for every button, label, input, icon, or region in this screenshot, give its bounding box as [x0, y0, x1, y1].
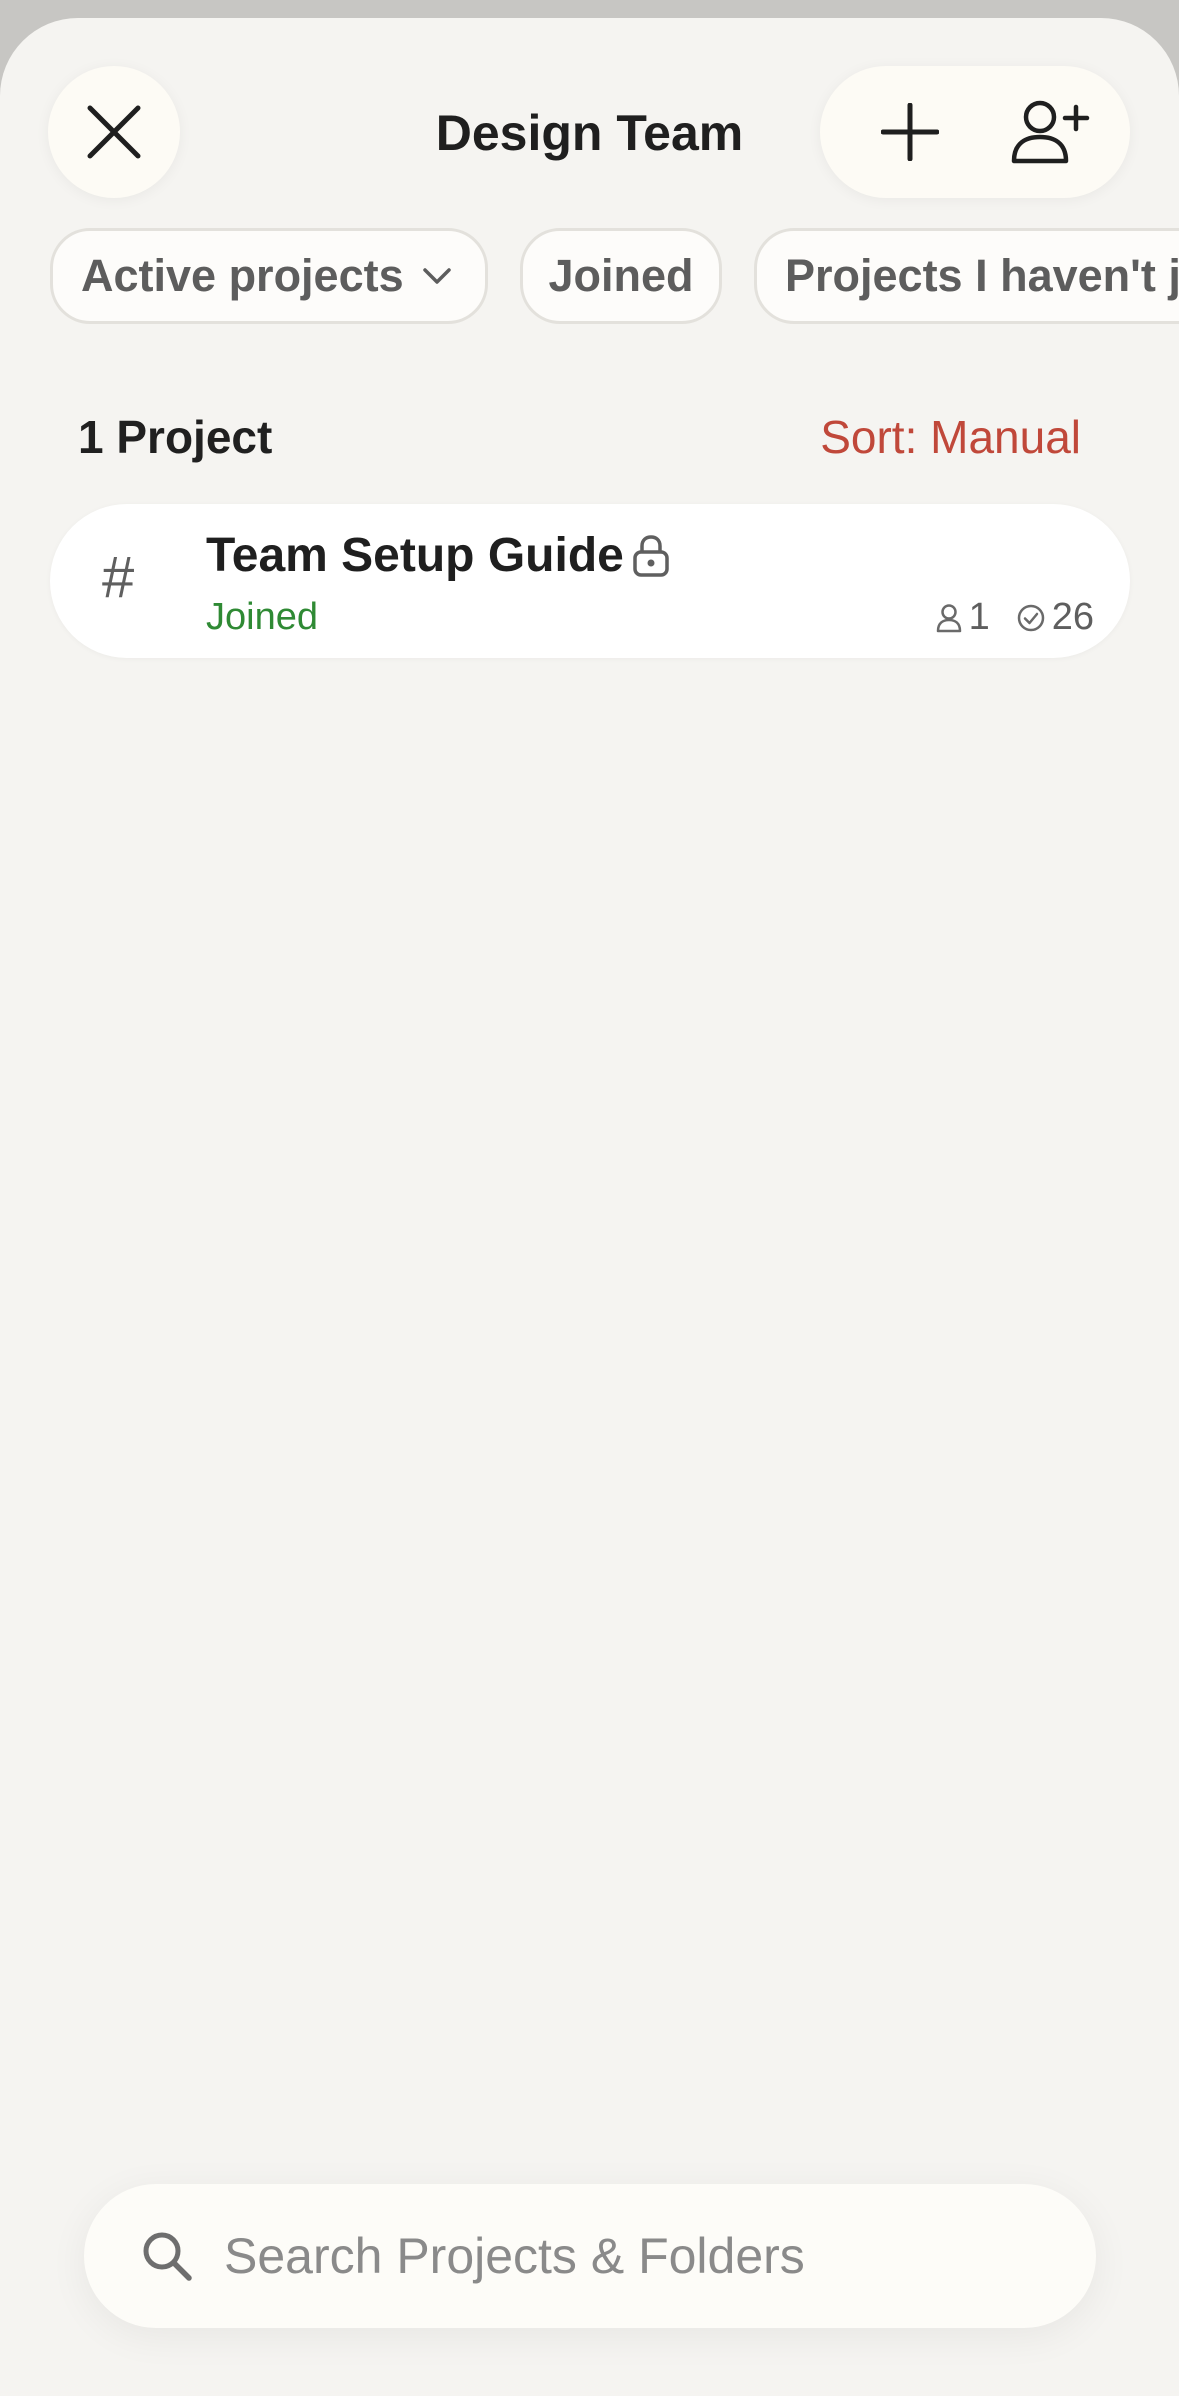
project-status: Joined: [206, 596, 318, 638]
projects-sheet: Design Team Active projects Joined Proje…: [0, 18, 1179, 2396]
add-member-button[interactable]: [980, 66, 1120, 198]
member-count: 1: [968, 596, 990, 638]
filter-label: Projects I haven't joined: [785, 250, 1179, 301]
filter-label: Joined: [548, 250, 694, 301]
search-bar: [84, 2184, 1096, 2328]
sort-button[interactable]: Sort: Manual: [820, 410, 1081, 464]
search-icon: [143, 2232, 192, 2281]
header-actions: [820, 66, 1130, 198]
add-project-button[interactable]: [840, 66, 980, 198]
project-name: Team Setup Guide: [206, 529, 624, 582]
project-meta: 1 26: [935, 596, 1094, 639]
filter-label: Active projects: [81, 250, 404, 301]
plus-icon: [881, 103, 939, 161]
filter-active-projects[interactable]: Active projects: [50, 228, 488, 324]
check-circle-icon: [1017, 604, 1044, 631]
filter-joined[interactable]: Joined: [520, 228, 722, 324]
project-count: 1 Project: [78, 411, 273, 463]
person-icon: [936, 603, 961, 632]
search-input[interactable]: [222, 2226, 1046, 2286]
filter-not-joined[interactable]: Projects I haven't joined: [754, 228, 1179, 324]
task-count: 26: [1051, 596, 1094, 638]
chevron-down-icon: [422, 268, 451, 284]
hash-icon: #: [102, 545, 135, 610]
project-row[interactable]: # Team Setup Guide Joined 1 26: [50, 504, 1130, 658]
add-user-icon: [1011, 100, 1090, 164]
lock-icon: [633, 535, 669, 577]
